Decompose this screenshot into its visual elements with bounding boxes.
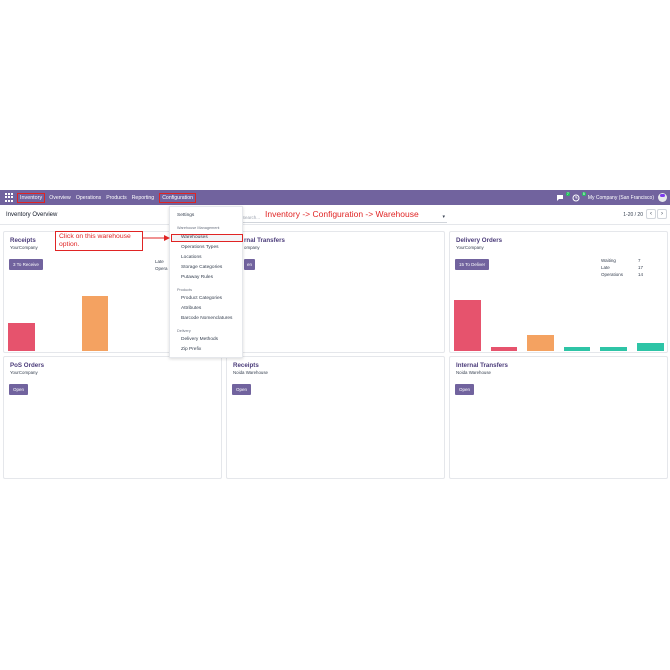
to-deliver-button[interactable]: 15 To Deliver (455, 259, 490, 270)
menu-item-barcode-nomenclatures[interactable]: Barcode Nomenclatures (181, 316, 232, 321)
menu-item-operations-types[interactable]: Operations Types (181, 245, 219, 250)
card-company: YourCompany (456, 245, 484, 250)
search-options-caret-icon[interactable]: ▾ (442, 214, 445, 220)
chat-icon[interactable]: 7 (556, 191, 570, 202)
chart-bar (600, 347, 627, 351)
nav-brand-inventory[interactable]: Inventory (17, 192, 46, 203)
stat-waiting-label[interactable]: Waiting (601, 258, 616, 263)
nav-overview[interactable]: Overview (49, 195, 71, 201)
stat-operations[interactable]: Opera (155, 266, 168, 271)
card-pos-orders: PoS Orders YourCompany Open (3, 356, 222, 479)
card-title[interactable]: Receipts (233, 362, 259, 369)
callout-annotation: Click on this warehouse option. (55, 231, 143, 251)
navbar-right: 7 5 My Company (San Francisco) (556, 190, 670, 205)
apps-grid-icon[interactable] (5, 193, 14, 202)
callout-arrow-icon (143, 235, 170, 241)
page-title: Inventory Overview (6, 212, 58, 218)
menu-item-delivery-methods[interactable]: Delivery Methods (181, 337, 218, 342)
activity-clock-icon[interactable]: 5 (572, 191, 586, 202)
open-button[interactable]: Open (455, 384, 475, 395)
card-company: ompany (244, 245, 260, 250)
stat-operations-label[interactable]: Operations (601, 272, 623, 277)
chart-bar (637, 343, 664, 351)
menu-item-warehouses[interactable]: Warehouses (171, 234, 243, 242)
stat-late[interactable]: Late (155, 259, 164, 264)
open-button[interactable]: en (244, 259, 256, 270)
chart-bar (527, 335, 554, 351)
card-receipts-noida: Receipts Noida Warehouse Open (226, 356, 445, 479)
card-title[interactable]: Internal Transfers (456, 362, 508, 369)
company-switcher[interactable]: My Company (San Francisco) (588, 195, 654, 201)
menu-item-putaway-rules[interactable]: Putaway Rules (181, 275, 213, 280)
chart-bar (8, 323, 35, 351)
search-placeholder: Search... (242, 215, 261, 220)
nav-configuration[interactable]: Configuration (159, 192, 197, 203)
card-title[interactable]: PoS Orders (10, 362, 44, 369)
configuration-dropdown-menu: Settings Warehouse Management Warehouses… (169, 206, 243, 358)
stat-late-label[interactable]: Late (601, 265, 610, 270)
menu-item-storage-categories[interactable]: Storage Categories (181, 265, 222, 270)
menu-item-settings[interactable]: Settings (177, 213, 194, 218)
activity-badge: 5 (581, 191, 586, 196)
chat-badge: 7 (565, 191, 570, 196)
navbar-left: Inventory Overview Operations Products R… (0, 190, 201, 205)
menu-item-locations[interactable]: Locations (181, 255, 202, 260)
pager-next-icon[interactable]: › (657, 209, 667, 219)
card-title[interactable]: Delivery Orders (456, 237, 502, 244)
nav-operations[interactable]: Operations (76, 195, 101, 201)
pager-prev-icon[interactable]: ‹ (646, 209, 656, 219)
open-button[interactable]: Open (232, 384, 252, 395)
nav-reporting[interactable]: Reporting (132, 195, 155, 201)
pager-value[interactable]: 1-20 / 20 (623, 212, 643, 218)
menu-item-zip-prefix[interactable]: Zip Prefix (181, 347, 201, 352)
stat-waiting-value[interactable]: 7 (638, 258, 641, 263)
card-delivery-orders: Delivery Orders YourCompany 15 To Delive… (449, 231, 668, 353)
card-internal-transfers-noida: Internal Transfers Noida Warehouse Open (449, 356, 668, 479)
stat-operations-value[interactable]: 14 (638, 272, 643, 277)
card-title[interactable]: Receipts (10, 237, 36, 244)
nav-products[interactable]: Products (106, 195, 126, 201)
top-navbar: Inventory Overview Operations Products R… (0, 190, 670, 205)
to-receive-button[interactable]: 3 To Receive (9, 259, 43, 270)
user-avatar[interactable] (658, 193, 667, 202)
chart-bar (491, 347, 517, 351)
chart-bar (82, 296, 108, 351)
chart-bar (564, 347, 590, 351)
card-company: YourCompany (10, 370, 38, 375)
chart-bar (454, 300, 481, 351)
menu-section-warehouse: Warehouse Management (177, 226, 220, 230)
card-internal-transfers: rnal Transfers ompany en (226, 231, 445, 353)
menu-item-attributes[interactable]: Attributes (181, 306, 201, 311)
open-button[interactable]: Open (9, 384, 29, 395)
card-company: Noida Warehouse (233, 370, 268, 375)
stat-late-value[interactable]: 17 (638, 265, 643, 270)
card-title[interactable]: rnal Transfers (244, 237, 285, 244)
menu-item-product-categories[interactable]: Product Categories (181, 296, 222, 301)
card-company: YourCompany (10, 245, 38, 250)
menu-section-products: Products (177, 288, 192, 292)
breadcrumb-annotation: Inventory -> Configuration -> Warehouse (265, 209, 419, 219)
card-company: Noida Warehouse (456, 370, 491, 375)
menu-section-delivery: Delivery (177, 329, 191, 333)
